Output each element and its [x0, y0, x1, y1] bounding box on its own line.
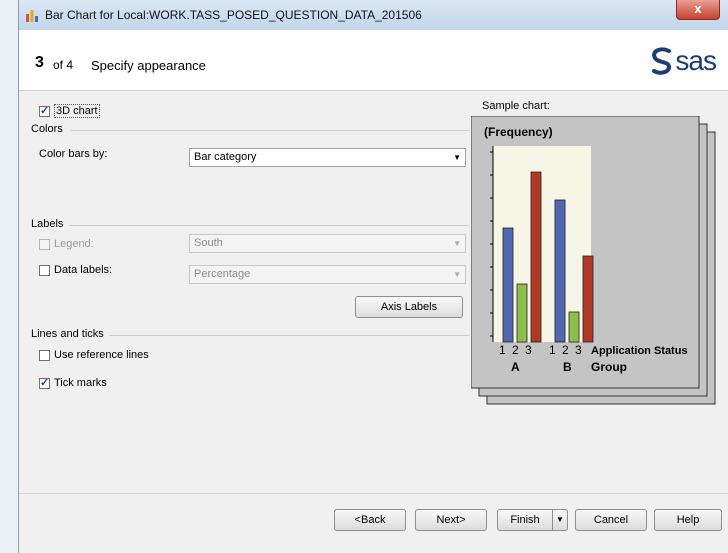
window-title: Bar Chart for Local:WORK.TASS_POSED_QUES… — [45, 8, 422, 22]
footer-divider — [19, 493, 728, 494]
bar-tick-label: 1 — [549, 343, 556, 357]
title-bar[interactable]: Bar Chart for Local:WORK.TASS_POSED_QUES… — [19, 0, 728, 31]
labels-divider — [69, 225, 469, 226]
group-label-a: A — [511, 360, 520, 374]
lines-divider — [109, 335, 469, 336]
chart3d-label: 3D chart — [54, 104, 100, 118]
help-button[interactable]: Help — [654, 509, 722, 531]
back-button-label: Back — [360, 514, 386, 526]
wizard-window: Bar Chart for Local:WORK.TASS_POSED_QUES… — [18, 0, 728, 553]
sample-bar — [554, 199, 566, 343]
step-number: 3 — [35, 54, 44, 71]
reference-lines-checkbox-box[interactable] — [39, 349, 50, 361]
legend-select[interactable]: South ▼ — [189, 234, 466, 253]
data-labels-value: Percentage — [194, 268, 251, 280]
chart-x-title-line1: Application Status — [591, 345, 688, 357]
reference-lines-label: Use reference lines — [54, 349, 149, 361]
wizard-header: 3 of 4 Specify appearance sas — [19, 30, 728, 91]
legend-checkbox[interactable]: Legend: — [39, 238, 94, 250]
colors-divider — [71, 130, 469, 131]
sas-logo-text: sas — [675, 45, 717, 76]
close-button[interactable]: x — [676, 0, 720, 20]
sample-chart-label: Sample chart: — [482, 100, 550, 112]
chevron-down-icon[interactable]: ▼ — [453, 235, 461, 252]
labels-section-title: Labels — [31, 218, 64, 230]
step-of: of 4 — [53, 58, 74, 72]
chart-x-title-line2: Group — [591, 360, 627, 374]
bar-tick-label: 3 — [525, 343, 532, 357]
bar-tick-label: 3 — [575, 343, 582, 357]
legend-value: South — [194, 237, 223, 249]
sample-bar — [516, 283, 528, 343]
back-button[interactable]: <Back — [334, 509, 406, 531]
colors-section-title: Colors — [31, 123, 63, 135]
bar-chart-icon — [26, 10, 38, 22]
bar-tick-label: 1 — [499, 343, 506, 357]
chevron-down-icon: ▼ — [556, 515, 564, 524]
sample-bar — [582, 255, 594, 343]
tick-marks-checkbox[interactable]: Tick marks — [39, 376, 107, 389]
finish-button[interactable]: Finish — [497, 509, 553, 531]
sample-chart: (Frequency) 1 2 3 1 2 3 A B Application … — [471, 116, 716, 405]
bar-tick-label: 2 — [512, 343, 519, 357]
color-bars-select[interactable]: Bar category ▼ — [189, 148, 466, 167]
next-button[interactable]: Next> — [415, 509, 487, 531]
chevron-down-icon[interactable]: ▼ — [453, 149, 461, 166]
chart3d-checkbox[interactable]: 3D chart — [39, 104, 100, 118]
finish-dropdown-button[interactable]: ▼ — [552, 509, 568, 531]
legend-checkbox-box[interactable] — [39, 238, 50, 250]
color-bars-label: Color bars by: — [39, 148, 108, 160]
tick-marks-checkbox-box[interactable] — [39, 376, 50, 389]
tick-marks-label: Tick marks — [54, 377, 107, 389]
data-labels-select[interactable]: Percentage ▼ — [189, 265, 466, 284]
sas-logo: sas — [647, 45, 717, 76]
data-labels-checkbox-box[interactable] — [39, 264, 50, 276]
chart3d-checkbox-box[interactable] — [39, 104, 50, 117]
color-bars-value: Bar category — [194, 151, 257, 163]
sample-bar — [568, 311, 580, 343]
lines-section-title: Lines and ticks — [31, 328, 104, 340]
data-labels-label: Data labels: — [54, 264, 113, 276]
step-title: Specify appearance — [91, 58, 206, 73]
data-labels-checkbox[interactable]: Data labels: — [39, 264, 112, 276]
cancel-button[interactable]: Cancel — [575, 509, 647, 531]
sample-bar — [530, 171, 542, 343]
chart-y-title: (Frequency) — [484, 125, 553, 139]
sample-bar — [502, 227, 514, 343]
legend-label: Legend: — [54, 238, 94, 250]
bar-tick-label: 2 — [562, 343, 569, 357]
group-label-b: B — [563, 360, 572, 374]
sas-swoosh-icon — [652, 47, 672, 75]
reference-lines-checkbox[interactable]: Use reference lines — [39, 349, 149, 361]
chevron-down-icon[interactable]: ▼ — [453, 266, 461, 283]
axis-labels-button[interactable]: Axis Labels — [355, 296, 463, 318]
